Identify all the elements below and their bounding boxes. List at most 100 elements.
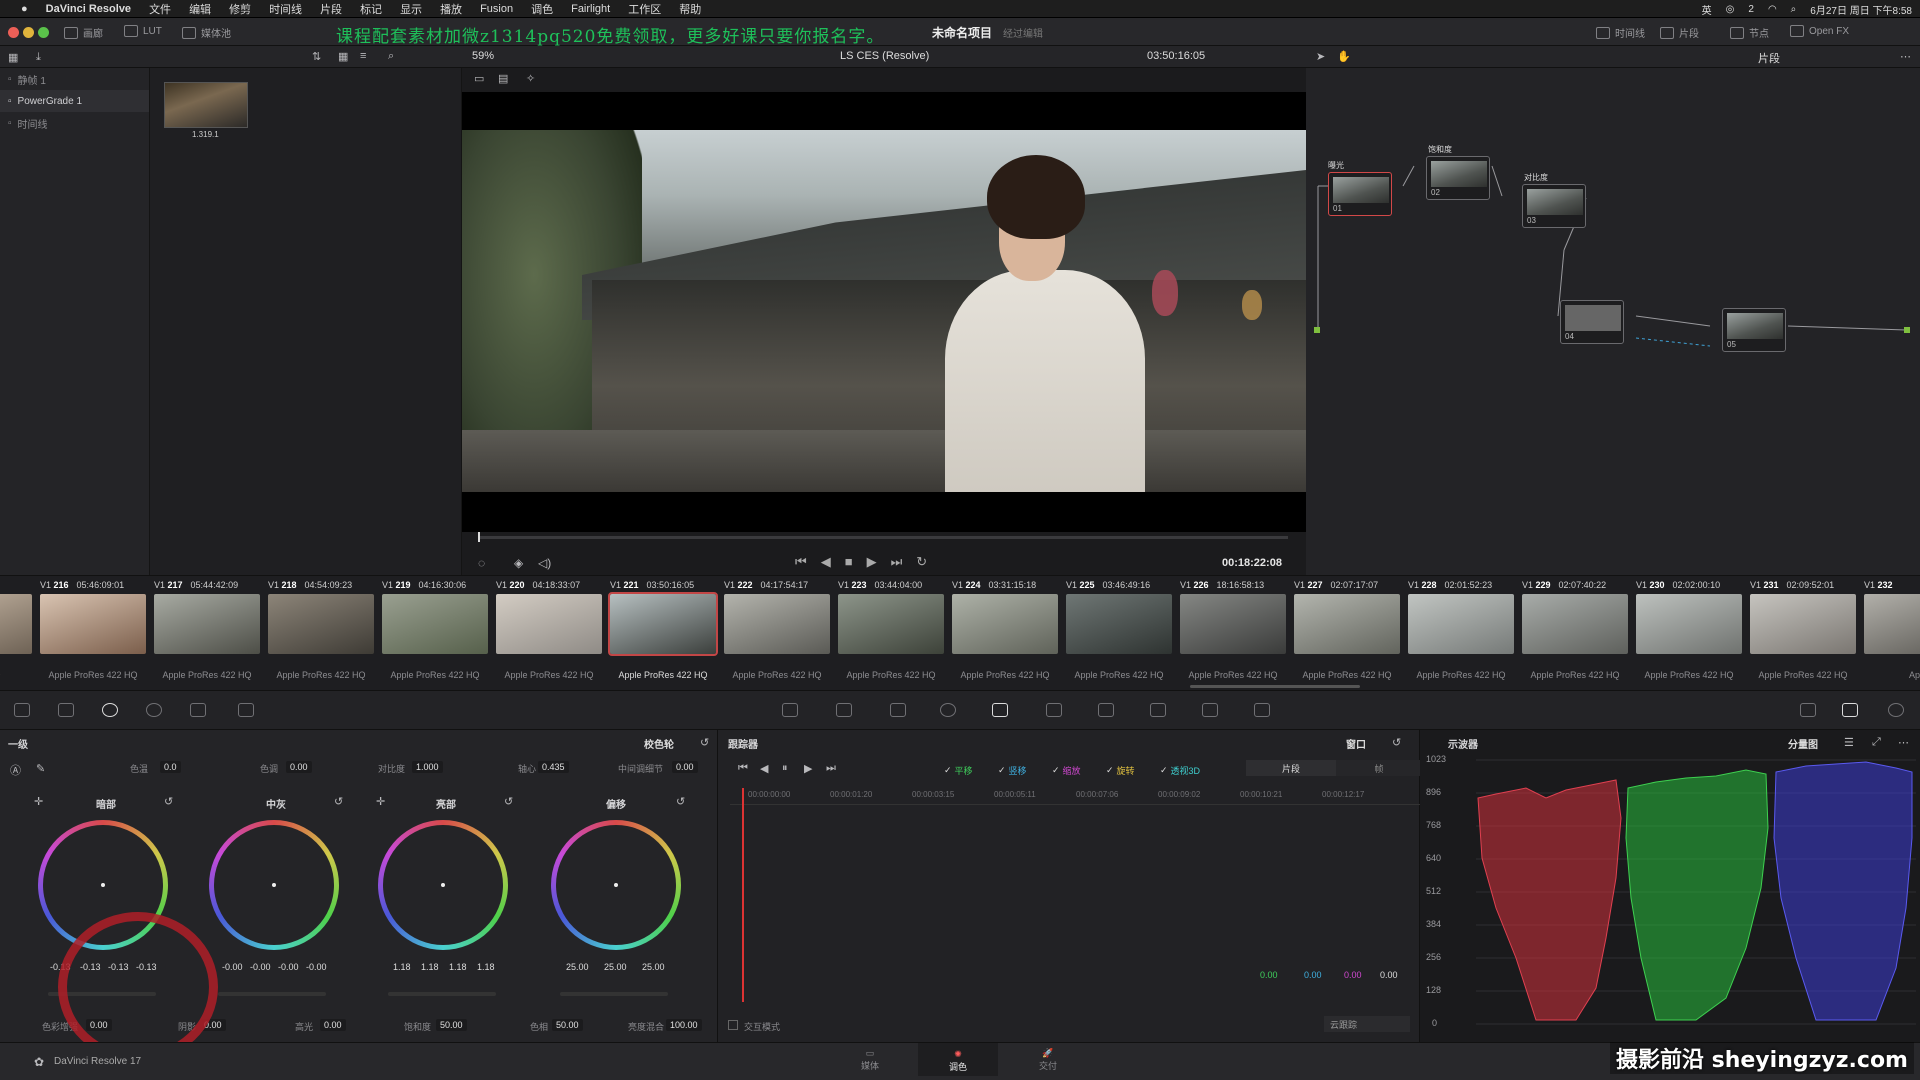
menu-playback[interactable]: 播放	[431, 1, 471, 17]
pivot-field[interactable]: 0.435	[538, 761, 569, 773]
gamma-wheel[interactable]	[209, 820, 339, 950]
menubar-datetime[interactable]: 6月27日 周日 下午8:58	[1810, 2, 1912, 17]
track-last-icon[interactable]: ⏭	[826, 762, 836, 775]
gain-r[interactable]: 1.18	[421, 962, 439, 972]
hand-tool-icon[interactable]: ✋	[1337, 50, 1351, 63]
menu-timeline[interactable]: 时间线	[260, 1, 311, 17]
clip-thumbnail[interactable]: V1 229 02:07:40:22 Apple ProRes 422 HQ	[1518, 576, 1632, 691]
gain-y[interactable]: 1.18	[393, 962, 411, 972]
stop-icon[interactable]: ■	[845, 554, 853, 570]
interactive-mode-checkbox[interactable]	[728, 1020, 738, 1030]
menu-color[interactable]: 调色	[522, 1, 562, 17]
gain-b[interactable]: 1.18	[477, 962, 495, 972]
scopes-icon[interactable]	[1842, 703, 1858, 717]
viewer-scrubber[interactable]	[478, 536, 1288, 539]
3d-icon[interactable]	[1254, 703, 1270, 717]
gamma-b[interactable]: -0.00	[306, 962, 327, 972]
lummix-field[interactable]: 100.00	[666, 1019, 702, 1031]
rgb-mixer-icon[interactable]	[190, 703, 206, 717]
clip-thumbnail[interactable]: V1 222 04:17:54:17 Apple ProRes 422 HQ	[720, 576, 834, 691]
play-reverse-icon[interactable]: ◀	[821, 554, 831, 570]
gamma-wheel-puck[interactable]	[272, 883, 276, 887]
menu-clip[interactable]: 片段	[311, 1, 351, 17]
scope-more-icon[interactable]: ⋯	[1898, 736, 1909, 749]
scrubber-playhead[interactable]	[478, 532, 480, 542]
offset-b[interactable]: 25.00	[642, 962, 665, 972]
offset-reset-icon[interactable]: ↺	[676, 795, 685, 808]
lift-picker-icon[interactable]: ✛	[34, 795, 43, 808]
clip-thumbnail[interactable]: V1 228 02:01:52:23 Apple ProRes 422 HQ	[1404, 576, 1518, 691]
menu-help[interactable]: 帮助	[670, 1, 710, 17]
menu-trim[interactable]: 修剪	[220, 1, 260, 17]
search-icon[interactable]: ⌕	[1791, 4, 1797, 15]
split-view-icon[interactable]: ▤	[498, 72, 508, 85]
node-output-port[interactable]	[1904, 327, 1910, 333]
offset-wheel[interactable]	[551, 820, 681, 950]
menu-view[interactable]: 显示	[391, 1, 431, 17]
node-03[interactable]: 03	[1522, 184, 1586, 228]
minimize-window-button[interactable]	[23, 27, 34, 38]
color-warper-icon[interactable]	[836, 703, 852, 717]
viewer-mode-icon[interactable]: ▭	[474, 72, 484, 85]
color-match-icon[interactable]	[58, 703, 74, 717]
openfx-toggle-button[interactable]: Open FX	[1790, 25, 1849, 37]
page-tab-color[interactable]: ✺ 调色	[918, 1043, 998, 1076]
track-stop-icon[interactable]: ⏸	[782, 762, 788, 775]
offset-r[interactable]: 25.00	[566, 962, 589, 972]
clip-thumbnail[interactable]: V1 225 03:46:49:16 Apple ProRes 422 HQ	[1062, 576, 1176, 691]
tracker-reset-icon[interactable]: ↺	[1392, 736, 1401, 749]
media-pool-button[interactable]: 媒体池	[182, 25, 231, 40]
clip-thumbnail[interactable]: V1 224 03:31:15:18 Apple ProRes 422 HQ	[948, 576, 1062, 691]
gain-wheel-puck[interactable]	[441, 883, 445, 887]
play-icon[interactable]: ▶	[867, 554, 877, 570]
auto-balance-icon[interactable]: Ⓐ	[10, 762, 21, 778]
apple-icon[interactable]: ●	[12, 3, 37, 15]
loop-icon[interactable]: ↻	[916, 554, 927, 570]
middetail-field[interactable]: 0.00	[672, 761, 698, 773]
page-tab-media[interactable]: ▭ 媒体	[830, 1048, 910, 1072]
clip-thumbnail[interactable]: V1 217 05:44:42:09 Apple ProRes 422 HQ	[150, 576, 264, 691]
lift-wheel-puck[interactable]	[101, 883, 105, 887]
tracker-tab-clip[interactable]: 片段	[1246, 760, 1336, 776]
gallery-item-timeline[interactable]: ▫ 时间线	[0, 112, 149, 134]
video-preview[interactable]	[462, 92, 1306, 532]
hdr-wheels-icon[interactable]	[146, 703, 162, 717]
lut-button[interactable]: LUT	[124, 25, 162, 37]
primaries-mode-dropdown[interactable]: 校色轮	[644, 736, 674, 751]
magic-mask-icon[interactable]	[1046, 703, 1062, 717]
scope-expand-icon[interactable]: ⤢	[1872, 736, 1881, 749]
viewer-zoom[interactable]: 59%	[472, 50, 494, 62]
clip-thumbnail[interactable]: V1 231 02:09:52:01 Apple ProRes 422 HQ	[1746, 576, 1860, 691]
track-tilt-checkbox[interactable]: ✓ 竖移	[998, 764, 1027, 777]
gain-master-slider[interactable]	[388, 992, 496, 996]
timeline-toggle-button[interactable]: 时间线	[1596, 25, 1645, 40]
clip-thumbnail[interactable]: V1 42:08:04es 422 HQ	[0, 576, 36, 691]
sizing-icon[interactable]	[1202, 703, 1218, 717]
zoom-window-button[interactable]	[38, 27, 49, 38]
info-icon[interactable]	[1888, 703, 1904, 717]
contrast-field[interactable]: 1.000	[412, 761, 443, 773]
gallery-grab-icon[interactable]: ◈	[514, 556, 523, 570]
menu-fairlight[interactable]: Fairlight	[562, 3, 619, 15]
clip-thumbnail[interactable]: V1 226 18:16:58:13 Apple ProRes 422 HQ	[1176, 576, 1290, 691]
node-01[interactable]: 01	[1328, 172, 1392, 216]
offset-g[interactable]: 25.00	[604, 962, 627, 972]
wifi-icon[interactable]: ◠	[1768, 4, 1777, 15]
scope-mode-dropdown[interactable]: 分量图	[1788, 736, 1818, 751]
node-04[interactable]: 04	[1560, 300, 1624, 344]
menu-fusion[interactable]: Fusion	[471, 3, 522, 15]
gamma-r[interactable]: -0.00	[250, 962, 271, 972]
sort-icon[interactable]: ⇅	[312, 50, 321, 63]
track-pan-checkbox[interactable]: ✓ 平移	[944, 764, 973, 777]
gain-picker-icon[interactable]: ✛	[376, 795, 385, 808]
skip-first-icon[interactable]: ⏮	[795, 554, 807, 570]
import-icon[interactable]: ⤓	[36, 51, 41, 64]
clip-thumbnail[interactable]: V1 218 04:54:09:23 Apple ProRes 422 HQ	[264, 576, 378, 691]
camera-raw-icon[interactable]	[14, 703, 30, 717]
menu-app-name[interactable]: DaVinci Resolve	[37, 3, 140, 15]
color-wheels-icon[interactable]	[102, 703, 118, 717]
ime-indicator[interactable]: 英	[1702, 2, 1712, 17]
node-input-port[interactable]	[1314, 327, 1320, 333]
clip-thumbnail[interactable]: V1 232 App	[1860, 576, 1920, 691]
hue-field[interactable]: 50.00	[552, 1019, 583, 1031]
